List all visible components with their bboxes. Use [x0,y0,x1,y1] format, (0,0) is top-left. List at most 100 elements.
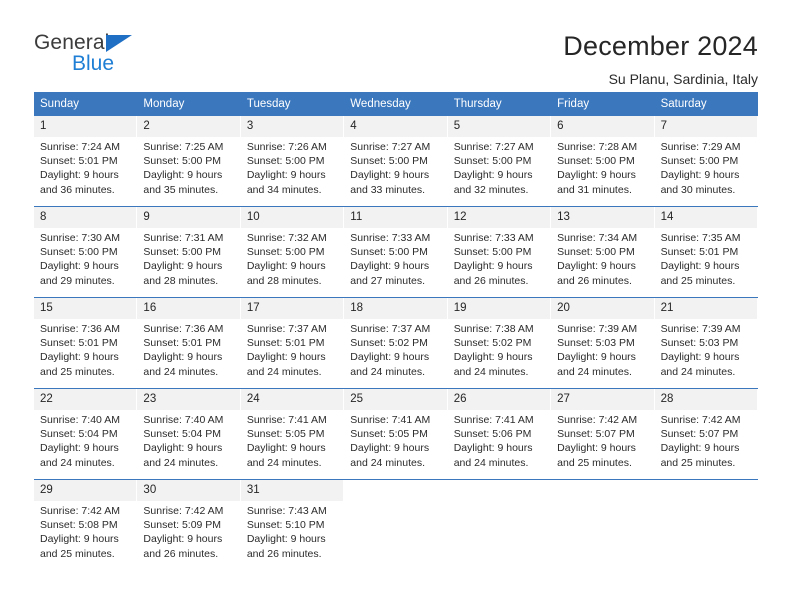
daylight-text-line2: and 25 minutes. [660,274,736,287]
daylight-text-line1: Daylight: 9 hours [557,260,636,273]
daylight-text-line1: Daylight: 9 hours [660,169,740,182]
calendar-day-cell[interactable]: 26 Sunrise: 7:41 AM Sunset: 5:06 PM Dayligh… [447,389,552,479]
day-details: Sunrise: 7:40 AM Sunset: 5:04 PM Daylight:… [137,410,239,476]
daylight-text-line1: Daylight: 9 hours [350,442,430,455]
daylight-text-line2: and 30 minutes. [660,183,736,196]
calendar-day-cell[interactable]: 30 Sunrise: 7:42 AM Sunset: 5:09 PM Dayligh… [137,480,241,570]
calendar-day-cell[interactable]: 10 Sunrise: 7:32 AM Sunset: 5:00 PM Dayligh… [240,207,345,297]
daylight-text-line1: Daylight: 9 hours [40,169,119,182]
calendar-day-cell[interactable]: 22 Sunrise: 7:40 AM Sunset: 5:04 PM Dayligh… [34,389,138,479]
sunset-text: Sunset: 5:03 PM [557,337,635,350]
daylight-text-line2: and 28 minutes. [246,274,322,287]
day-details: Sunrise: 7:43 AM Sunset: 5:10 PM Daylight:… [241,501,343,567]
calendar-day-cell[interactable]: 6 Sunrise: 7:28 AM Sunset: 5:00 PM Daylight… [551,116,655,206]
calendar-day-cell[interactable]: 24 Sunrise: 7:41 AM Sunset: 5:05 PM Dayligh… [240,389,345,479]
calendar-day-cell[interactable]: 12 Sunrise: 7:33 AM Sunset: 5:00 PM Dayligh… [447,207,552,297]
day-number: 12 [447,207,551,228]
calendar-day-cell[interactable]: 28 Sunrise: 7:42 AM Sunset: 5:07 PM Dayligh… [654,389,758,479]
calendar-day-cell[interactable]: 16 Sunrise: 7:36 AM Sunset: 5:01 PM Dayligh… [137,298,241,388]
sunrise-text: Sunrise: 7:41 AM [350,414,431,426]
sunset-text: Sunset: 5:00 PM [246,246,325,259]
daylight-text-line1: Daylight: 9 hours [350,351,430,364]
calendar-day-cell[interactable]: 4 Sunrise: 7:27 AM Sunset: 5:00 PM Daylight… [344,116,448,206]
calendar-day-cell[interactable]: 23 Sunrise: 7:40 AM Sunset: 5:04 PM Dayligh… [137,389,241,479]
day-number: 19 [447,298,551,319]
sunset-text: Sunset: 5:02 PM [350,337,428,350]
calendar-day-cell[interactable]: 11 Sunrise: 7:33 AM Sunset: 5:00 PM Dayligh… [344,207,448,297]
weekday-header-friday: Friday [557,98,590,110]
calendar-day-cell[interactable]: 17 Sunrise: 7:37 AM Sunset: 5:01 PM Dayligh… [240,298,345,388]
page-title: December 2024 [563,31,758,61]
sunrise-text: Sunrise: 7:27 AM [453,141,534,153]
sunset-text: Sunset: 5:05 PM [350,428,428,441]
day-details: Sunrise: 7:41 AM Sunset: 5:05 PM Daylight:… [241,410,343,476]
day-number [654,480,757,501]
triangle-icon [106,35,132,52]
daylight-text-line1: Daylight: 9 hours [557,442,636,455]
calendar-day-cell-empty [551,480,655,570]
daylight-text-line2: and 26 minutes. [557,274,632,287]
sunrise-text: Sunrise: 7:42 AM [40,505,120,517]
calendar-day-cell[interactable]: 5 Sunrise: 7:27 AM Sunset: 5:00 PM Daylight… [447,116,552,206]
calendar-day-cell[interactable]: 27 Sunrise: 7:42 AM Sunset: 5:07 PM Dayligh… [551,389,655,479]
calendar-day-cell[interactable]: 21 Sunrise: 7:39 AM Sunset: 5:03 PM Dayligh… [654,298,758,388]
daylight-text-line2: and 25 minutes. [40,365,115,378]
calendar-day-cell[interactable]: 1 Sunrise: 7:24 AM Sunset: 5:01 PM Daylight… [34,116,138,206]
calendar-week-row: 8 Sunrise: 7:30 AM Sunset: 5:00 PM Daylight… [34,206,758,297]
day-number: 11 [344,207,447,228]
sunrise-text: Sunrise: 7:37 AM [246,323,327,335]
calendar-day-cell-empty [344,480,448,570]
calendar-day-cell[interactable]: 19 Sunrise: 7:38 AM Sunset: 5:02 PM Dayligh… [447,298,552,388]
calendar-day-cell[interactable]: 2 Sunrise: 7:25 AM Sunset: 5:00 PM Daylight… [137,116,241,206]
sunrise-text: Sunrise: 7:33 AM [350,232,431,244]
sunset-text: Sunset: 5:00 PM [350,155,428,168]
sunrise-text: Sunrise: 7:38 AM [453,323,534,335]
calendar-day-cell[interactable]: 20 Sunrise: 7:39 AM Sunset: 5:03 PM Dayligh… [551,298,655,388]
calendar-day-cell[interactable]: 31 Sunrise: 7:43 AM Sunset: 5:10 PM Dayligh… [240,480,345,570]
sunrise-text: Sunrise: 7:36 AM [40,323,120,335]
day-details: Sunrise: 7:42 AM Sunset: 5:08 PM Daylight:… [34,501,136,567]
sunset-text: Sunset: 5:00 PM [246,155,325,168]
calendar-day-cell[interactable]: 15 Sunrise: 7:36 AM Sunset: 5:01 PM Dayligh… [34,298,138,388]
sunrise-text: Sunrise: 7:39 AM [660,323,741,335]
daylight-text-line1: Daylight: 9 hours [557,169,636,182]
brand-logo[interactable]: General Blue [34,28,194,88]
day-number: 6 [551,116,654,137]
calendar-grid: Sunday Monday Tuesday Wednesday Thursday… [34,92,758,570]
calendar-day-cell[interactable]: 14 Sunrise: 7:35 AM Sunset: 5:01 PM Dayligh… [654,207,758,297]
day-details: Sunrise: 7:42 AM Sunset: 5:09 PM Daylight:… [137,501,239,567]
day-number: 5 [447,116,551,137]
day-number [551,480,654,501]
daylight-text-line1: Daylight: 9 hours [143,260,223,273]
sunset-text: Sunset: 5:10 PM [246,519,325,532]
calendar-day-cell[interactable]: 3 Sunrise: 7:26 AM Sunset: 5:00 PM Daylight… [240,116,345,206]
sunset-text: Sunset: 5:00 PM [557,246,635,259]
calendar-day-cell[interactable]: 25 Sunrise: 7:41 AM Sunset: 5:05 PM Dayligh… [344,389,448,479]
weekday-header-tuesday: Tuesday [246,98,291,110]
sunrise-text: Sunrise: 7:28 AM [557,141,638,153]
sunset-text: Sunset: 5:00 PM [660,155,739,168]
calendar-day-cell[interactable]: 18 Sunrise: 7:37 AM Sunset: 5:02 PM Dayligh… [344,298,448,388]
sunrise-text: Sunrise: 7:33 AM [453,232,534,244]
calendar-day-cell[interactable]: 8 Sunrise: 7:30 AM Sunset: 5:00 PM Daylight… [34,207,138,297]
weekday-header-saturday: Saturday [660,98,707,110]
daylight-text-line2: and 24 minutes. [557,365,632,378]
sunset-text: Sunset: 5:07 PM [557,428,635,441]
sunrise-text: Sunrise: 7:31 AM [143,232,224,244]
sunset-text: Sunset: 5:06 PM [453,428,532,441]
day-number: 15 [34,298,137,319]
sunrise-text: Sunrise: 7:36 AM [143,323,224,335]
daylight-text-line2: and 33 minutes. [350,183,425,196]
calendar-day-cell[interactable]: 29 Sunrise: 7:42 AM Sunset: 5:08 PM Dayligh… [34,480,138,570]
daylight-text-line1: Daylight: 9 hours [246,260,326,273]
day-details: Sunrise: 7:27 AM Sunset: 5:00 PM Daylight:… [448,137,550,203]
daylight-text-line2: and 32 minutes. [453,183,529,196]
calendar-day-cell[interactable]: 7 Sunrise: 7:29 AM Sunset: 5:00 PM Daylight… [654,116,758,206]
calendar-day-cell[interactable]: 9 Sunrise: 7:31 AM Sunset: 5:00 PM Daylight… [137,207,241,297]
daylight-text-line2: and 24 minutes. [660,365,736,378]
calendar-week-row: 15 Sunrise: 7:36 AM Sunset: 5:01 PM Dayligh… [34,297,758,388]
daylight-text-line2: and 25 minutes. [557,456,632,469]
calendar-day-cell[interactable]: 13 Sunrise: 7:34 AM Sunset: 5:00 PM Dayligh… [551,207,655,297]
day-number: 24 [240,389,344,410]
daylight-text-line2: and 26 minutes. [246,547,322,560]
